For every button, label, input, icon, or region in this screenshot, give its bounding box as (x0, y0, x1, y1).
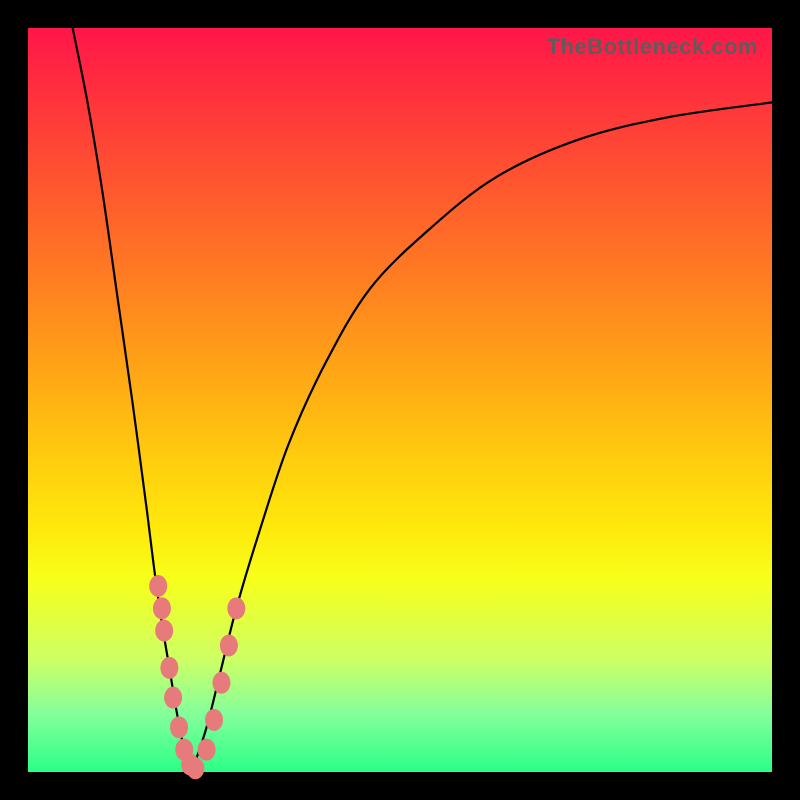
chart-svg (28, 28, 772, 772)
data-marker (212, 672, 230, 694)
data-marker (153, 597, 171, 619)
data-marker (160, 657, 178, 679)
data-marker (170, 716, 188, 738)
data-marker (205, 709, 223, 731)
chart-frame: TheBottleneck.com (0, 0, 800, 800)
marker-group (149, 575, 245, 779)
data-marker (198, 739, 216, 761)
data-marker (164, 687, 182, 709)
plot-area: TheBottleneck.com (28, 28, 772, 772)
curve-right-branch (192, 102, 772, 772)
data-marker (220, 635, 238, 657)
data-marker (149, 575, 167, 597)
data-marker (227, 597, 245, 619)
data-marker (155, 620, 173, 642)
data-marker (186, 757, 204, 779)
